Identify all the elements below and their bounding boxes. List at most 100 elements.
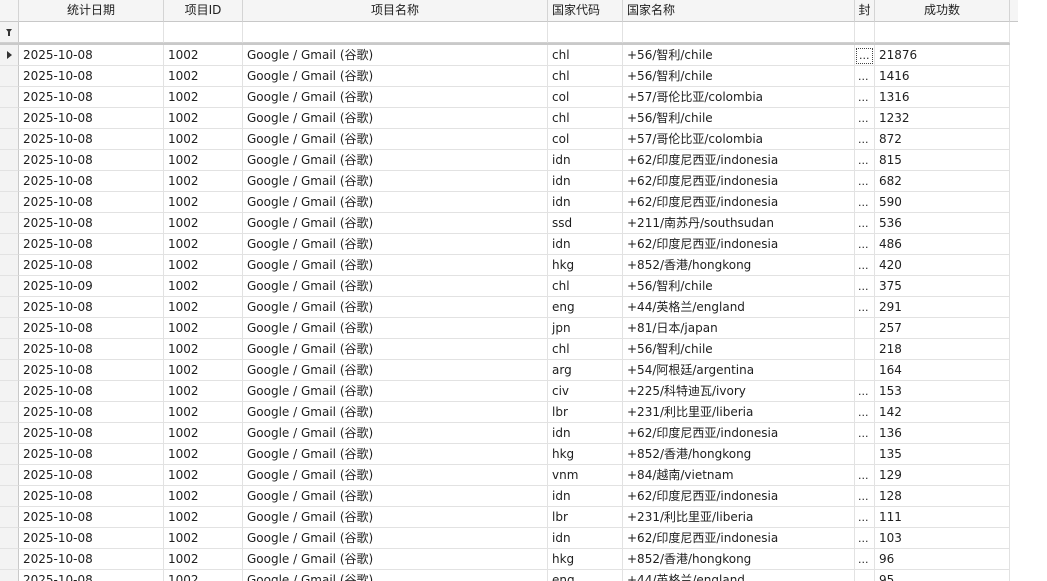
cell-project-name[interactable]: Google / Gmail (谷歌) <box>243 276 548 297</box>
cell-success-count[interactable]: 129 <box>875 465 1010 486</box>
cell-country-code[interactable]: idn <box>548 150 623 171</box>
cell-country-code[interactable]: ssd <box>548 213 623 234</box>
cell-date[interactable]: 2025-10-08 <box>19 402 164 423</box>
table-row[interactable]: 2025-10-08 1002 Google / Gmail (谷歌) chl … <box>0 45 1010 66</box>
cell-date[interactable]: 2025-10-08 <box>19 507 164 528</box>
row-indicator[interactable] <box>0 255 19 276</box>
ellipsis-button[interactable]: ... <box>856 469 871 485</box>
table-row[interactable]: 2025-10-08 1002 Google / Gmail (谷歌) civ … <box>0 381 1010 402</box>
cell-date[interactable]: 2025-10-08 <box>19 339 164 360</box>
cell-date[interactable]: 2025-10-08 <box>19 129 164 150</box>
row-indicator[interactable] <box>0 192 19 213</box>
table-row[interactable]: 2025-10-08 1002 Google / Gmail (谷歌) idn … <box>0 528 1010 549</box>
column-header-date[interactable]: 统计日期 <box>19 0 164 22</box>
cell-country-code[interactable]: chl <box>548 108 623 129</box>
cell-country-code[interactable]: idn <box>548 171 623 192</box>
cell-country-name[interactable]: +62/印度尼西亚/indonesia <box>623 423 855 444</box>
cell-date[interactable]: 2025-10-08 <box>19 528 164 549</box>
row-indicator[interactable] <box>0 381 19 402</box>
table-row[interactable]: 2025-10-08 1002 Google / Gmail (谷歌) hkg … <box>0 444 1010 465</box>
ellipsis-button[interactable]: ... <box>856 532 871 548</box>
cell-country-name[interactable]: +62/印度尼西亚/indonesia <box>623 171 855 192</box>
cell-truncated[interactable]: ... <box>855 297 875 318</box>
row-indicator[interactable] <box>0 549 19 570</box>
table-row[interactable]: 2025-10-08 1002 Google / Gmail (谷歌) eng … <box>0 570 1010 581</box>
row-indicator[interactable] <box>0 45 19 66</box>
ellipsis-button[interactable]: ... <box>856 553 871 569</box>
cell-success-count[interactable]: 536 <box>875 213 1010 234</box>
cell-country-name[interactable]: +62/印度尼西亚/indonesia <box>623 192 855 213</box>
cell-project-name[interactable]: Google / Gmail (谷歌) <box>243 150 548 171</box>
cell-date[interactable]: 2025-10-08 <box>19 45 164 66</box>
cell-country-code[interactable]: chl <box>548 45 623 66</box>
cell-project-name[interactable]: Google / Gmail (谷歌) <box>243 570 548 581</box>
ellipsis-button[interactable]: ... <box>856 133 871 149</box>
column-header-project-id[interactable]: 项目ID <box>164 0 243 22</box>
cell-project-name[interactable]: Google / Gmail (谷歌) <box>243 87 548 108</box>
cell-country-name[interactable]: +62/印度尼西亚/indonesia <box>623 486 855 507</box>
cell-project-name[interactable]: Google / Gmail (谷歌) <box>243 255 548 276</box>
cell-date[interactable]: 2025-10-08 <box>19 66 164 87</box>
ellipsis-button[interactable]: ... <box>856 511 871 527</box>
cell-country-name[interactable]: +852/香港/hongkong <box>623 255 855 276</box>
cell-project-name[interactable]: Google / Gmail (谷歌) <box>243 549 548 570</box>
cell-truncated[interactable]: ... <box>855 465 875 486</box>
ellipsis-button[interactable]: ... <box>856 175 871 191</box>
cell-success-count[interactable]: 96 <box>875 549 1010 570</box>
cell-project-name[interactable]: Google / Gmail (谷歌) <box>243 381 548 402</box>
cell-country-code[interactable]: hkg <box>548 255 623 276</box>
cell-date[interactable]: 2025-10-08 <box>19 108 164 129</box>
cell-country-code[interactable]: idn <box>548 192 623 213</box>
cell-country-name[interactable]: +81/日本/japan <box>623 318 855 339</box>
cell-project-id[interactable]: 1002 <box>164 486 243 507</box>
cell-project-name[interactable]: Google / Gmail (谷歌) <box>243 339 548 360</box>
cell-date[interactable]: 2025-10-08 <box>19 486 164 507</box>
cell-country-code[interactable]: lbr <box>548 507 623 528</box>
table-row[interactable]: 2025-10-08 1002 Google / Gmail (谷歌) idn … <box>0 171 1010 192</box>
column-header-truncated[interactable]: 封 <box>855 0 875 22</box>
ellipsis-button[interactable]: ... <box>856 91 871 107</box>
row-indicator[interactable] <box>0 213 19 234</box>
table-row[interactable]: 2025-10-08 1002 Google / Gmail (谷歌) ssd … <box>0 213 1010 234</box>
cell-country-code[interactable]: chl <box>548 66 623 87</box>
cell-project-id[interactable]: 1002 <box>164 129 243 150</box>
cell-country-code[interactable]: civ <box>548 381 623 402</box>
cell-truncated[interactable] <box>855 570 875 581</box>
cell-project-name[interactable]: Google / Gmail (谷歌) <box>243 45 548 66</box>
cell-success-count[interactable]: 95 <box>875 570 1010 581</box>
cell-date[interactable]: 2025-10-09 <box>19 276 164 297</box>
row-indicator[interactable] <box>0 66 19 87</box>
cell-truncated[interactable]: ... <box>855 192 875 213</box>
row-indicator[interactable] <box>0 402 19 423</box>
cell-project-name[interactable]: Google / Gmail (谷歌) <box>243 129 548 150</box>
cell-success-count[interactable]: 136 <box>875 423 1010 444</box>
cell-project-id[interactable]: 1002 <box>164 423 243 444</box>
cell-country-name[interactable]: +56/智利/chile <box>623 339 855 360</box>
cell-date[interactable]: 2025-10-08 <box>19 234 164 255</box>
row-indicator[interactable] <box>0 339 19 360</box>
cell-project-name[interactable]: Google / Gmail (谷歌) <box>243 360 548 381</box>
cell-truncated[interactable]: ... <box>855 507 875 528</box>
ellipsis-button[interactable]: ... <box>856 280 871 296</box>
cell-project-id[interactable]: 1002 <box>164 192 243 213</box>
cell-date[interactable]: 2025-10-08 <box>19 444 164 465</box>
table-row[interactable]: 2025-10-08 1002 Google / Gmail (谷歌) eng … <box>0 297 1010 318</box>
cell-truncated[interactable]: ... <box>855 87 875 108</box>
cell-date[interactable]: 2025-10-08 <box>19 318 164 339</box>
cell-project-id[interactable]: 1002 <box>164 171 243 192</box>
cell-project-name[interactable]: Google / Gmail (谷歌) <box>243 507 548 528</box>
cell-date[interactable]: 2025-10-08 <box>19 87 164 108</box>
ellipsis-button[interactable]: ... <box>856 70 871 86</box>
table-row[interactable]: 2025-10-08 1002 Google / Gmail (谷歌) arg … <box>0 360 1010 381</box>
table-row[interactable]: 2025-10-08 1002 Google / Gmail (谷歌) idn … <box>0 423 1010 444</box>
cell-project-name[interactable]: Google / Gmail (谷歌) <box>243 213 548 234</box>
cell-truncated[interactable]: ... <box>855 549 875 570</box>
cell-success-count[interactable]: 872 <box>875 129 1010 150</box>
ellipsis-button[interactable]: ... <box>856 48 873 64</box>
cell-truncated[interactable]: ... <box>855 255 875 276</box>
table-row[interactable]: 2025-10-08 1002 Google / Gmail (谷歌) lbr … <box>0 402 1010 423</box>
filter-cell-project-id[interactable] <box>164 22 243 43</box>
cell-project-id[interactable]: 1002 <box>164 339 243 360</box>
cell-date[interactable]: 2025-10-08 <box>19 213 164 234</box>
cell-truncated[interactable]: ... <box>855 402 875 423</box>
